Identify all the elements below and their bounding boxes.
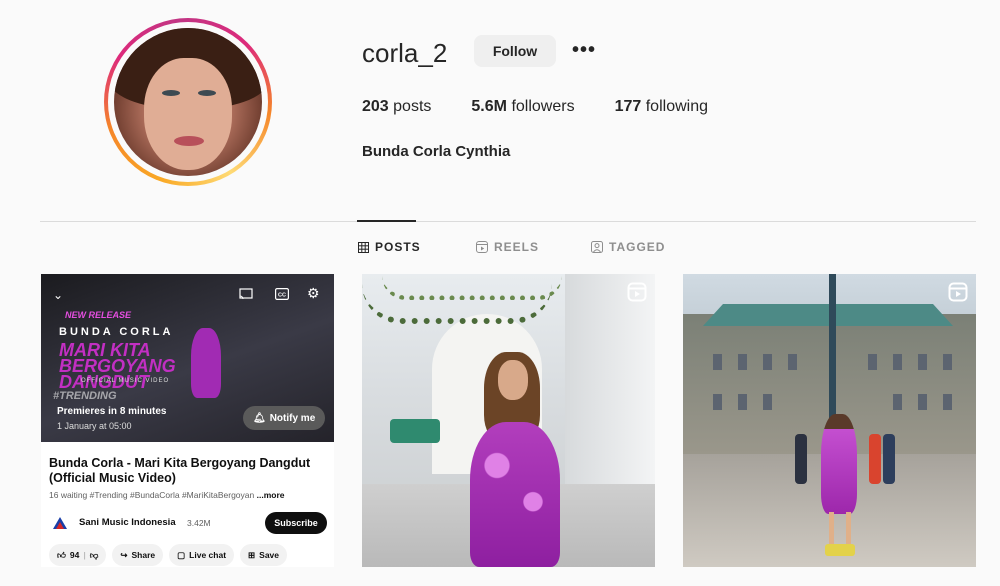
- art-new-release: NEW RELEASE: [65, 310, 132, 320]
- notify-me-label: Notify me: [269, 412, 316, 424]
- followers-count: 5.6M: [471, 98, 507, 115]
- premiere-text: Premieres in 8 minutes: [57, 406, 167, 417]
- tab-reels[interactable]: REELS: [476, 240, 539, 254]
- profile-stats: 203 posts 5.6M followers 177 following: [362, 98, 748, 116]
- subscribe-button[interactable]: Subscribe: [265, 512, 327, 534]
- followers-stat[interactable]: 5.6M followers: [471, 98, 574, 116]
- bell-icon: 🔔︎: [253, 412, 266, 424]
- channel-subscribers: 3.42M: [187, 518, 211, 528]
- art-singer-figure: [191, 328, 221, 398]
- following-stat[interactable]: 177 following: [615, 98, 708, 116]
- instagram-profile-page: corla_2 Follow ••• 203 posts 5.6M follow…: [0, 0, 1000, 586]
- sequin-dress: [470, 422, 560, 567]
- post-thumbnail-reel[interactable]: [362, 274, 655, 567]
- posts-label: posts: [393, 98, 432, 115]
- tagged-icon: [591, 241, 603, 253]
- active-tab-indicator: [357, 220, 416, 222]
- reels-icon: [476, 241, 488, 253]
- avatar[interactable]: [114, 28, 262, 176]
- post-thumbnail-reel[interactable]: [683, 274, 976, 567]
- like-count: 94: [69, 550, 80, 560]
- grid-icon: [358, 241, 369, 253]
- full-name: Bunda Corla Cynthia: [362, 143, 511, 160]
- thumbs-up-icon: 👍︎: [57, 549, 66, 560]
- following-label: following: [645, 98, 708, 115]
- like-button[interactable]: 👍︎ 94 | 👎︎: [49, 544, 107, 566]
- followers-label: followers: [511, 98, 575, 115]
- channel-name: Sani Music Indonesia: [79, 517, 176, 528]
- sequin-dress: [821, 414, 857, 514]
- premiere-date: 1 January at 05:00: [57, 421, 132, 431]
- save-button[interactable]: ⊞ Save: [240, 544, 288, 566]
- share-button[interactable]: ↪ Share: [112, 544, 164, 566]
- share-icon: ↪: [120, 549, 128, 560]
- following-count: 177: [614, 98, 642, 115]
- video-meta: 16 waiting #Trending #BundaCorla #MariKi…: [49, 490, 329, 500]
- tab-tagged[interactable]: TAGGED: [591, 240, 665, 254]
- notify-me-button[interactable]: 🔔︎ Notify me: [243, 406, 326, 430]
- reel-icon: [948, 282, 968, 302]
- follow-button[interactable]: Follow: [474, 35, 556, 67]
- tab-tagged-label: TAGGED: [609, 240, 666, 254]
- svg-text:CC: CC: [278, 292, 286, 298]
- more-options-icon[interactable]: •••: [570, 36, 598, 66]
- video-preview: ⌄ CC ⚙ NEW RELEASE BUNDA CORLA MARI KITA…: [41, 274, 334, 442]
- art-artist: BUNDA CORLA: [59, 326, 174, 338]
- profile-tabs: POSTS REELS TAGGED: [0, 240, 1000, 258]
- video-title: Bunda Corla - Mari Kita Bergoyang Dangdu…: [49, 456, 311, 485]
- post-thumbnail-youtube[interactable]: ⌄ CC ⚙ NEW RELEASE BUNDA CORLA MARI KITA…: [41, 274, 334, 567]
- video-hashtags: #Trending #BundaCorla #MariKitaBergoyan: [89, 490, 255, 500]
- more-link[interactable]: ...more: [257, 490, 285, 500]
- posts-count: 203: [362, 98, 389, 115]
- cast-icon: [239, 288, 253, 300]
- captions-icon: CC: [275, 288, 289, 300]
- channel-logo-icon: [53, 517, 67, 529]
- art-trending: #TRENDING: [53, 390, 117, 402]
- posts-stat: 203 posts: [362, 98, 431, 116]
- video-actions: 👍︎ 94 | 👎︎ ↪ Share ▢ Live chat ⊞ Save: [49, 544, 288, 566]
- username: corla_2: [362, 38, 448, 68]
- story-ring[interactable]: [104, 18, 272, 186]
- live-chat-label: Live chat: [189, 550, 227, 560]
- chevron-down-icon: ⌄: [53, 288, 64, 302]
- thumbs-down-icon: 👎︎: [89, 549, 99, 560]
- divider: [40, 221, 976, 222]
- tab-posts[interactable]: POSTS: [358, 240, 421, 254]
- reel-icon: [627, 282, 647, 302]
- tab-reels-label: REELS: [494, 240, 540, 254]
- chat-icon: ▢: [177, 549, 186, 560]
- save-label: Save: [259, 550, 280, 560]
- settings-gear-icon: ⚙: [307, 285, 320, 301]
- save-icon: ⊞: [248, 549, 256, 560]
- live-chat-button[interactable]: ▢ Live chat: [169, 544, 235, 566]
- share-label: Share: [131, 550, 156, 560]
- tab-posts-label: POSTS: [375, 240, 421, 254]
- art-subtitle: OFFICIAL MUSIC VIDEO: [81, 378, 170, 384]
- waiting-count: 16 waiting: [49, 490, 88, 500]
